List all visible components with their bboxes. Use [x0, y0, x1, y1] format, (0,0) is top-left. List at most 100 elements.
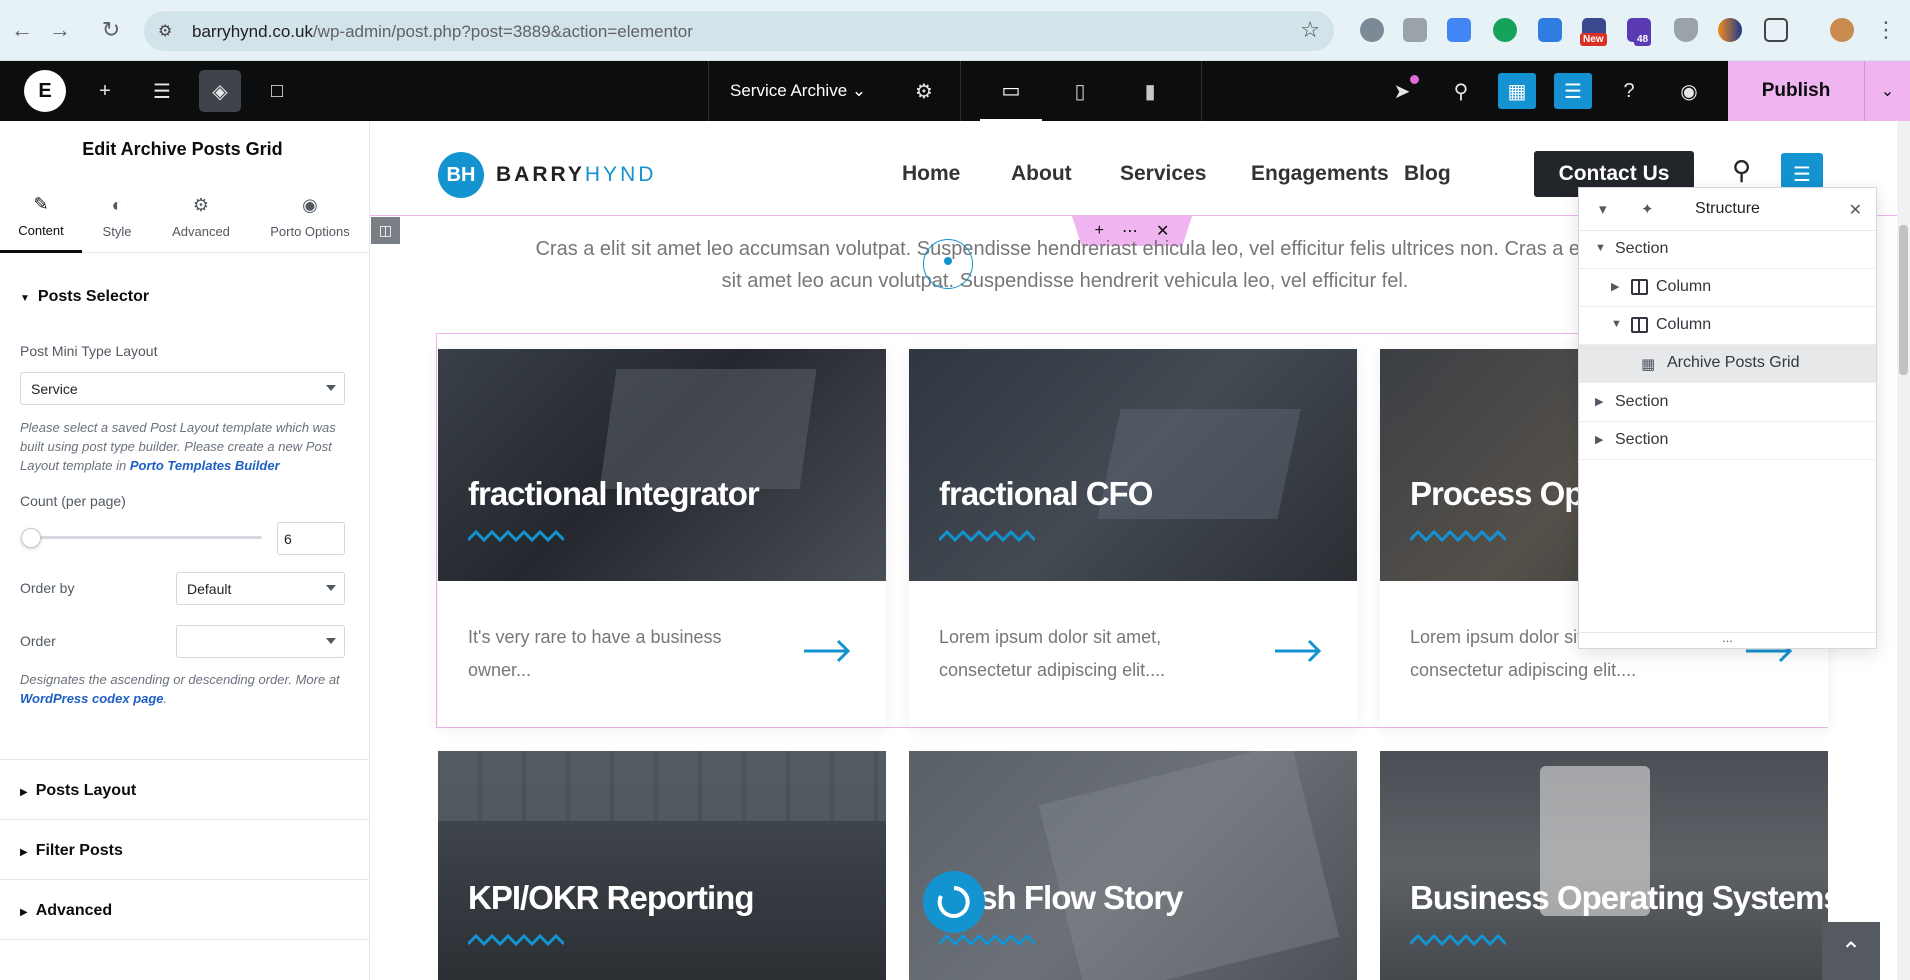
- extension-camera-icon[interactable]: [1403, 18, 1427, 42]
- url-text[interactable]: barryhynd.co.uk/wp-admin/post.php?post=3…: [192, 22, 693, 42]
- structure-item-archive-posts-grid[interactable]: ▦ Archive Posts Grid: [1579, 345, 1876, 383]
- extension-shield-icon[interactable]: [1674, 18, 1698, 42]
- arrow-right-icon[interactable]: [1275, 639, 1321, 663]
- extension-docs-icon[interactable]: [1538, 18, 1562, 42]
- porto-templates-builder-link[interactable]: Porto Templates Builder: [130, 458, 280, 473]
- search-icon[interactable]: ⚲: [1442, 73, 1480, 109]
- nav-services[interactable]: Services: [1120, 162, 1206, 186]
- desktop-view-icon[interactable]: ▭: [980, 61, 1042, 121]
- service-card[interactable]: Business Operating Systems: [1380, 751, 1842, 980]
- panel-title: Edit Archive Posts Grid: [82, 139, 283, 159]
- structure-list-icon[interactable]: ☰: [1554, 73, 1592, 109]
- card-image: [909, 349, 1357, 581]
- posts-selector-heading[interactable]: ▼ Posts Selector: [20, 288, 149, 306]
- extensions-puzzle-icon[interactable]: [1764, 18, 1788, 42]
- service-card[interactable]: fractional Integrator It's very rare to …: [438, 349, 886, 727]
- tab-style[interactable]: ◐ Style: [82, 181, 152, 253]
- bookmark-star-icon[interactable]: ☆: [1300, 17, 1320, 43]
- help-icon[interactable]: ?: [1610, 73, 1648, 109]
- mobile-view-icon[interactable]: ▮: [1119, 61, 1181, 121]
- tab-advanced-label: Advanced: [172, 224, 230, 239]
- divider: [1201, 61, 1202, 121]
- card-title: Business Operating Systems: [1410, 879, 1842, 916]
- site-logo-mark[interactable]: BH: [438, 152, 484, 198]
- filter-posts-section[interactable]: ▶ Filter Posts: [0, 819, 370, 879]
- caret-down-icon[interactable]: ▼: [1595, 242, 1606, 254]
- extension-translate-icon[interactable]: [1447, 18, 1471, 42]
- count-input[interactable]: 6: [277, 522, 345, 555]
- wave-divider: [939, 529, 1035, 543]
- extension-recycle-icon[interactable]: [1360, 18, 1384, 42]
- structure-item-column[interactable]: ▼ Column: [1579, 307, 1876, 345]
- order-label: Order: [20, 633, 56, 649]
- service-card[interactable]: KPI/OKR Reporting: [438, 751, 886, 980]
- structure-layers-icon[interactable]: ◈: [199, 70, 241, 112]
- profile-avatar[interactable]: [1830, 18, 1854, 42]
- structure-item-column[interactable]: ▶ Column: [1579, 269, 1876, 307]
- address-bar[interactable]: ⚙ barryhynd.co.uk/wp-admin/post.php?post…: [144, 11, 1334, 51]
- browser-menu-icon[interactable]: ⋮: [1870, 14, 1902, 46]
- structure-item-section[interactable]: ▶ Section: [1579, 384, 1876, 422]
- tablet-view-icon[interactable]: ▯: [1049, 61, 1111, 121]
- order-select[interactable]: [176, 625, 345, 658]
- arrow-right-icon[interactable]: [804, 639, 850, 663]
- navigator-tree-icon[interactable]: ▦: [1498, 73, 1536, 109]
- page-settings-gear-icon[interactable]: ⚙: [903, 70, 945, 112]
- back-icon[interactable]: ←: [6, 14, 38, 46]
- tab-content[interactable]: ✎ Content: [0, 181, 82, 253]
- add-element-icon[interactable]: +: [84, 70, 126, 112]
- structure-title: Structure: [1695, 200, 1760, 217]
- nav-blog[interactable]: Blog: [1404, 162, 1451, 186]
- scroll-to-top-chevron-icon[interactable]: ⌃: [1822, 922, 1880, 980]
- advanced-section[interactable]: ▶ Advanced: [0, 879, 370, 939]
- nav-about[interactable]: About: [1011, 162, 1072, 186]
- post-layout-select[interactable]: Service: [20, 372, 345, 405]
- structure-item-section[interactable]: ▶ Section: [1579, 422, 1876, 460]
- elementor-logo-icon[interactable]: E: [24, 70, 66, 112]
- panel-bottom-divider: [0, 939, 370, 980]
- comments-icon[interactable]: □: [256, 70, 298, 112]
- filter-posts-heading: ▶ Filter Posts: [20, 842, 123, 860]
- site-logo-text[interactable]: BARRYHYND: [496, 163, 656, 187]
- service-card[interactable]: fractional CFO Lorem ipsum dolor sit ame…: [909, 349, 1357, 727]
- tab-porto-options[interactable]: ◉ Porto Options: [260, 181, 360, 253]
- target-icon: ◉: [302, 195, 318, 215]
- site-settings-sliders-icon[interactable]: ☰: [141, 70, 183, 112]
- wave-divider: [1410, 933, 1506, 947]
- reload-icon[interactable]: ↻: [95, 14, 127, 46]
- column-handle-icon[interactable]: ◫: [371, 217, 400, 244]
- order-by-select[interactable]: Default: [176, 572, 345, 605]
- caret-right-icon[interactable]: ▶: [1611, 280, 1619, 293]
- canvas-scrollbar-thumb[interactable]: [1899, 225, 1908, 375]
- intro-line-1: Cras a elit sit amet leo accumsan volutp…: [535, 238, 1595, 260]
- count-slider-handle[interactable]: [21, 528, 41, 548]
- structure-resize-handle[interactable]: ...: [1579, 631, 1876, 648]
- extension-grammarly-icon[interactable]: [1493, 18, 1517, 42]
- count-slider-track[interactable]: [28, 536, 262, 539]
- structure-item-section[interactable]: ▼ Section: [1579, 231, 1876, 269]
- forward-icon[interactable]: →: [44, 14, 76, 46]
- structure-item-label: Archive Posts Grid: [1667, 354, 1800, 371]
- laptop-shape: [599, 369, 817, 489]
- caret-right-icon[interactable]: ▶: [1595, 395, 1603, 408]
- divider: [708, 61, 709, 121]
- caret-right-icon[interactable]: ▶: [1595, 433, 1603, 446]
- posts-layout-section[interactable]: ▶ Posts Layout: [0, 759, 370, 819]
- site-search-icon[interactable]: ⚲: [1732, 155, 1751, 186]
- document-title-dropdown[interactable]: Service Archive ⌄: [730, 81, 866, 101]
- card-excerpt: It's very rare to have a business owner.…: [468, 627, 722, 680]
- publish-options-chevron-icon[interactable]: ⌄: [1864, 61, 1910, 121]
- card-body: Lorem ipsum dolor sit amet, consectetur …: [909, 581, 1357, 727]
- wordpress-codex-link[interactable]: WordPress codex page: [20, 691, 164, 706]
- caret-down-icon[interactable]: ▼: [1611, 318, 1622, 330]
- extension-color-icon[interactable]: [1718, 18, 1742, 42]
- close-icon[interactable]: ✕: [1849, 200, 1862, 220]
- preview-eye-icon[interactable]: ◉: [1670, 73, 1708, 109]
- nav-home[interactable]: Home: [902, 162, 960, 186]
- nav-engagements[interactable]: Engagements: [1251, 162, 1389, 186]
- tab-advanced[interactable]: ⚙ Advanced: [160, 181, 242, 253]
- service-card[interactable]: Cash Flow Story: [909, 751, 1357, 980]
- card-title: fractional CFO: [939, 475, 1153, 512]
- publish-button[interactable]: Publish: [1728, 61, 1864, 121]
- site-settings-icon[interactable]: ⚙: [158, 21, 172, 41]
